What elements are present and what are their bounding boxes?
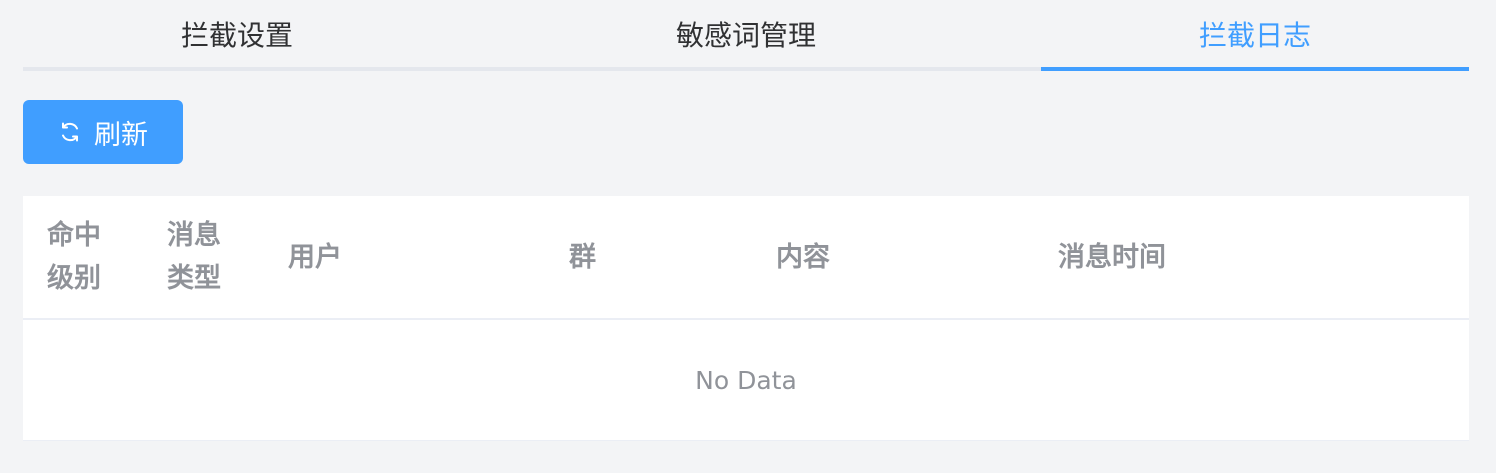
log-table: 命中 级别 消息 类型 用户 群 内容 消息时间 No Data xyxy=(23,196,1469,440)
column-header-label: 级别 xyxy=(47,263,101,294)
column-header-label: 命中 xyxy=(47,220,101,251)
column-header-label: 消息 xyxy=(167,220,221,251)
refresh-button[interactable]: 刷新 xyxy=(23,100,183,164)
empty-state-text: No Data xyxy=(695,365,797,395)
column-header-message-time[interactable]: 消息时间 xyxy=(1058,196,1438,318)
active-tab-indicator xyxy=(1041,67,1469,71)
column-header-hit-level[interactable]: 命中 级别 xyxy=(47,196,143,318)
column-header-user[interactable]: 用户 xyxy=(288,196,538,318)
refresh-icon xyxy=(58,120,82,144)
column-header-content[interactable]: 内容 xyxy=(776,196,1036,318)
tab-bar: 拦截设置 敏感词管理 拦截日志 xyxy=(23,0,1469,71)
column-header-group[interactable]: 群 xyxy=(569,196,749,318)
table-header: 命中 级别 消息 类型 用户 群 内容 消息时间 xyxy=(23,196,1469,320)
column-header-message-type[interactable]: 消息 类型 xyxy=(167,196,263,318)
tab-block-settings[interactable]: 拦截设置 xyxy=(23,0,451,71)
tab-sensitive-words[interactable]: 敏感词管理 xyxy=(532,0,960,71)
tab-block-log[interactable]: 拦截日志 xyxy=(1041,0,1469,71)
refresh-label: 刷新 xyxy=(94,119,148,151)
column-header-label: 类型 xyxy=(167,263,221,294)
